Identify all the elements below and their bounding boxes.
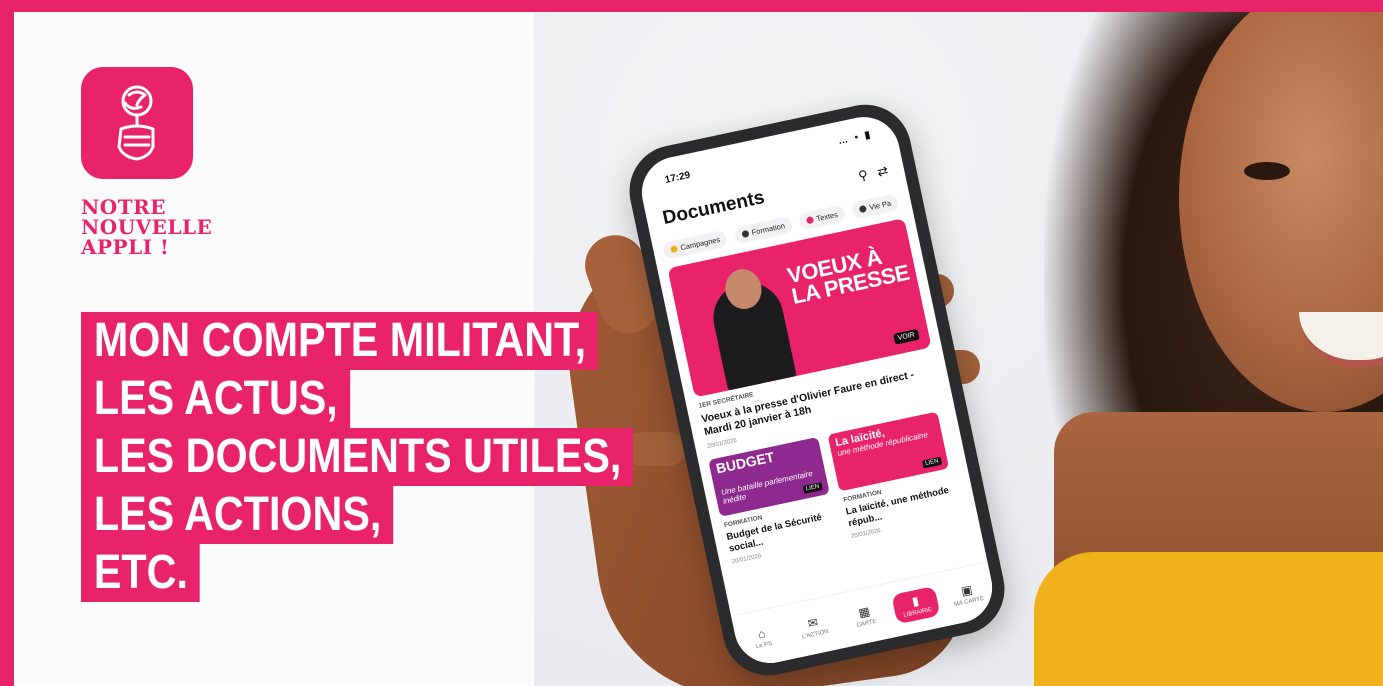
headline-line: LES ACTIONS,: [81, 486, 394, 544]
tagline-line: APPLI !: [81, 235, 170, 259]
card-budget-title: BUDGET: [714, 448, 776, 477]
tab-ma-carte[interactable]: ▣ MA CARTE: [944, 579, 992, 610]
chip-vie-pa[interactable]: Vie Pa: [851, 193, 900, 220]
headline-line: LES DOCUMENTS UTILES,: [81, 428, 634, 486]
home-icon: ⌂: [756, 626, 767, 642]
card-budget-image[interactable]: BUDGET Une bataille parlementaire inédit…: [708, 436, 830, 517]
screen-toolbar: ⚲ ⇄: [857, 163, 890, 185]
app-tagline: NOTRE NOUVELLE APPLI !: [81, 197, 212, 257]
tab-librairie[interactable]: ▮ LIBRAIRIE: [891, 585, 941, 625]
headline-line: MON COMPTE MILITANT,: [81, 312, 599, 370]
tab-carte[interactable]: ▦ CARTE: [841, 601, 889, 632]
hero-title: VOEUX À LA PRESSE: [785, 244, 912, 309]
map-icon: ▦: [857, 604, 872, 621]
headline-line: ETC.: [81, 544, 200, 602]
status-icons: … • ▮: [837, 129, 874, 148]
card-laicite-date: 20/01/2026: [850, 527, 882, 541]
yellow-shirt: [1034, 552, 1383, 686]
megaphone-icon: ✉: [806, 615, 820, 631]
banner-canvas: 17:29 … • ▮ Documents ⚲ ⇄ Campagnes Form…: [14, 12, 1383, 686]
chip-formation-icon: [741, 229, 750, 239]
status-time: 17:29: [663, 169, 692, 186]
filter-icon[interactable]: ⇄: [876, 163, 890, 180]
chip-textes[interactable]: Textes: [798, 204, 847, 231]
chip-textes-icon: [806, 216, 815, 225]
hero-badge[interactable]: VOIR: [892, 328, 920, 345]
tab-le-ps[interactable]: ⌂ Le PS: [739, 622, 787, 653]
chip-campagnes[interactable]: Campagnes: [662, 229, 729, 260]
headline-line: LES ACTUS,: [81, 370, 350, 428]
rose-fist-icon: [81, 67, 193, 179]
chip-formation[interactable]: Formation: [733, 215, 794, 245]
woman-eye: [1244, 162, 1290, 180]
card-laicite-headline[interactable]: La laïcité, une méthode répub...: [845, 484, 958, 530]
tab-action[interactable]: ✉ L'ACTION: [790, 612, 838, 643]
search-icon[interactable]: ⚲: [857, 167, 869, 184]
card-laicite-badge[interactable]: LIEN: [921, 456, 943, 469]
chip-campagnes-icon: [669, 244, 679, 254]
feature-headline: MON COMPTE MILITANT, LES ACTUS, LES DOCU…: [81, 312, 723, 602]
card-budget-headline[interactable]: Budget de la Sécurité social...: [726, 509, 839, 555]
tagline-line: NOUVELLE: [81, 215, 213, 239]
card-laicite-image[interactable]: La laïcité, une méthode républicaine LIE…: [827, 411, 950, 492]
banner-frame: 17:29 … • ▮ Documents ⚲ ⇄ Campagnes Form…: [0, 0, 1383, 686]
card-budget-date: 20/01/2026: [731, 553, 762, 566]
chip-vie-pa-icon: [858, 204, 868, 214]
tagline-line: NOTRE: [81, 195, 166, 219]
